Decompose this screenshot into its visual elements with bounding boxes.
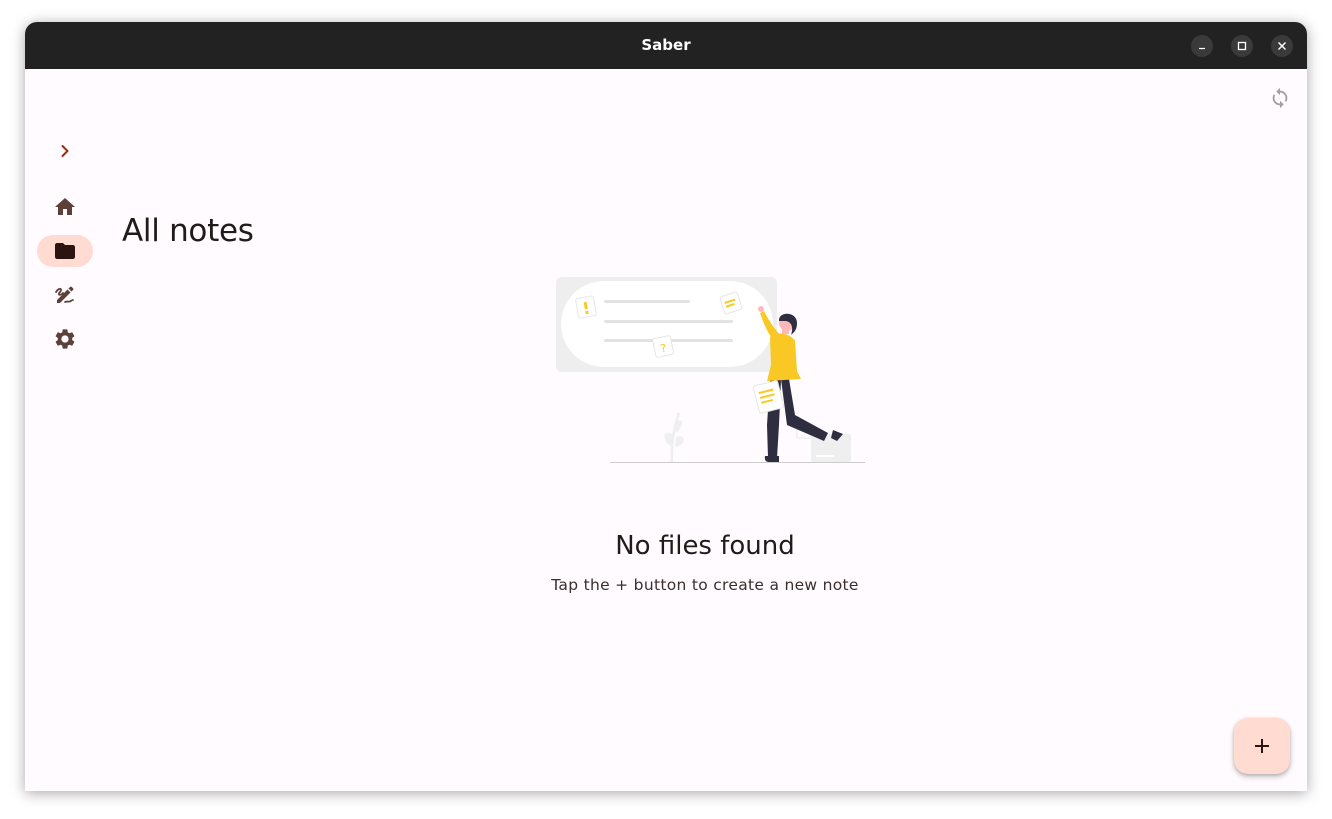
empty-state-subtitle: Tap the + button to create a new note: [551, 576, 859, 594]
close-icon: [1278, 42, 1286, 50]
nav-item-home[interactable]: [37, 191, 93, 223]
maximize-icon: [1237, 41, 1247, 51]
folder-icon: [55, 243, 75, 259]
empty-state-title: No files found: [615, 531, 795, 561]
settings-icon: [55, 329, 75, 349]
nav-item-whiteboard[interactable]: [37, 279, 93, 311]
main-content: All notes ? No files found Tap the + but…: [25, 69, 1307, 791]
sync-icon: [1272, 87, 1288, 109]
minimize-button[interactable]: [1191, 35, 1213, 57]
nav-item-browse[interactable]: [37, 235, 93, 267]
nav-item-settings[interactable]: [37, 323, 93, 355]
window-title: Saber: [641, 36, 691, 54]
minimize-icon: [1199, 47, 1205, 50]
plus-icon: [1255, 739, 1269, 753]
page-title: All notes: [122, 213, 254, 249]
maximize-button[interactable]: [1231, 35, 1253, 57]
empty-notes-illustration: ?: [545, 275, 881, 470]
sync-button[interactable]: [1268, 86, 1292, 110]
home-icon: [55, 198, 75, 215]
chevron-right-icon: [61, 145, 69, 157]
empty-state-illustration: ?: [556, 277, 881, 463]
edit-note-icon: [55, 286, 74, 303]
title-bar[interactable]: Saber: [25, 22, 1307, 69]
new-note-fab[interactable]: [1234, 718, 1290, 774]
expand-rail-button[interactable]: [37, 135, 93, 167]
close-button[interactable]: [1271, 35, 1293, 57]
app-window: Saber All notes ? No files found Tap the…: [25, 22, 1307, 791]
